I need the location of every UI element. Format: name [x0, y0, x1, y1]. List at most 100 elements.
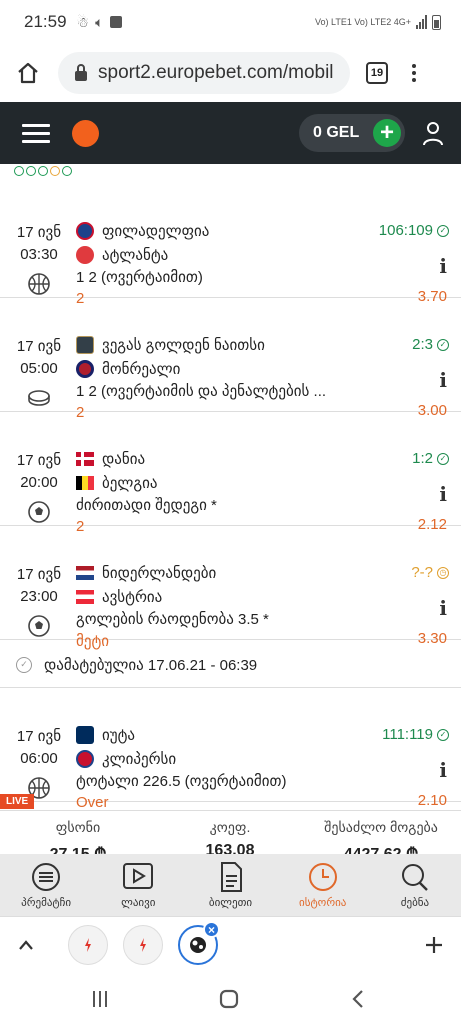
won-check-icon: ✓	[437, 338, 449, 351]
nav-search[interactable]: ძებნა	[369, 854, 461, 916]
search-icon	[401, 864, 428, 891]
bet-history-list[interactable]: 17 ივნ 03:30 ფილადელფია ატლანტა 1 2 (ოვერ…	[0, 164, 461, 854]
event-date: 17 ივნ 05:00	[16, 338, 62, 377]
back-icon[interactable]	[352, 990, 364, 1008]
coef-summary: კოეფ. 163.08	[182, 819, 278, 854]
check-circle-icon: ✓	[16, 656, 32, 673]
info-icon[interactable]: i	[439, 596, 447, 620]
bet-odds: 2.10	[417, 792, 447, 809]
belgium-flag-icon	[76, 476, 94, 490]
info-icon[interactable]: i	[439, 368, 447, 392]
nav-ticket[interactable]: ბილეთი	[184, 854, 276, 916]
team-home: ვეგას გოლდენ ნაითსი	[76, 336, 265, 354]
nav-prematch[interactable]: პრემატჩი	[0, 854, 92, 916]
team-away: მონრეალი	[76, 360, 180, 378]
info-icon[interactable]: i	[439, 482, 447, 506]
team-away: ატლანტა	[76, 246, 168, 264]
bet-slip-bar: ×	[0, 916, 461, 974]
bet-event-row[interactable]: 17 ივნ 05:00 ვეგას გოლდენ ნაითსი მონრეალი…	[0, 298, 461, 421]
bet-market: 1 2 (ოვერტაიმით)	[76, 269, 203, 286]
team-away: ბელგია	[76, 474, 157, 492]
nav-label: ბილეთი	[208, 897, 253, 909]
coef-value: 163.08	[205, 842, 255, 854]
event-date: 17 ივნ 23:00	[16, 566, 62, 605]
won-check-icon: ✓	[437, 728, 449, 741]
home-button[interactable]	[10, 55, 46, 91]
plus-icon[interactable]	[425, 936, 443, 954]
team-home: დანია	[76, 450, 145, 468]
nav-live[interactable]: ლაივი	[92, 854, 184, 916]
deposit-plus-icon[interactable]: +	[373, 119, 401, 147]
nav-label: ლაივი	[121, 897, 156, 909]
live-badge: LIVE	[0, 794, 35, 809]
football-icon	[28, 615, 50, 637]
recent-apps-icon[interactable]	[92, 990, 108, 1008]
won-check-icon: ✓	[437, 224, 449, 237]
nav-label: ისტორია	[299, 897, 347, 909]
team-away: ავსტრია	[76, 588, 162, 606]
bet-event-row[interactable]: 17 ივნ 03:30 ფილადელფია ატლანტა 1 2 (ოვერ…	[0, 184, 461, 307]
close-icon[interactable]: ×	[203, 921, 220, 938]
flame-icon	[85, 938, 91, 952]
event-score: 106:109 ✓	[379, 222, 449, 239]
slip-chip[interactable]	[123, 925, 163, 965]
flame-icon	[140, 938, 146, 952]
bet-market: 1 2 (ოვერტაიმის და პენალტების ...	[76, 383, 327, 400]
win-value: 4427.62 ₾	[316, 842, 446, 854]
status-bar: 21:59 ☃ 🔈︎ Vo) LTE1 Vo) LTE2 4G+	[0, 0, 461, 44]
win-label: შესაძლო მოგება	[324, 819, 438, 835]
nav-history[interactable]: ისტორია	[277, 854, 369, 916]
event-date: 17 ივნ 03:30	[16, 224, 62, 263]
home-icon	[18, 62, 38, 84]
user-account-icon[interactable]	[421, 120, 445, 146]
info-icon[interactable]: i	[439, 758, 447, 782]
team-logo-icon	[76, 246, 94, 264]
pending-clock-icon: ◷	[437, 566, 449, 579]
bottom-navigation: პრემატჩი ლაივი ბილეთი ისტორია ძებნა	[0, 854, 461, 916]
event-score: 1:2 ✓	[412, 450, 449, 467]
balance-pill[interactable]: 0 GEL +	[299, 114, 405, 152]
slip-chip[interactable]	[68, 925, 108, 965]
lock-icon	[75, 64, 87, 81]
chevron-up-icon[interactable]	[18, 939, 34, 951]
bet-added-timestamp: ✓ დამატებულია 17.06.21 - 06:39	[0, 642, 461, 688]
address-bar[interactable]: sport2.europebet.com/mobil	[58, 52, 350, 94]
list-icon	[32, 863, 61, 891]
notification-icon: ☃	[76, 13, 90, 30]
network-label: Vo) LTE1 Vo) LTE2 4G+	[315, 17, 411, 27]
ticket-icon	[220, 862, 242, 892]
win-summary: შესაძლო მოგება 4427.62 ₾	[316, 819, 446, 854]
signal-icon	[416, 15, 427, 29]
clock-icon	[308, 863, 337, 891]
bet-event-row[interactable]: 17 ივნ 20:00 დანია ბელგია ძირითადი შედეგი…	[0, 412, 461, 535]
stake-summary: ფსონი 27.15 ₾	[30, 819, 126, 854]
netherlands-flag-icon	[76, 566, 94, 580]
football-icon	[28, 501, 50, 523]
status-time: 21:59	[24, 12, 67, 31]
event-date: 17 ივნ 06:00	[16, 728, 62, 767]
bet-summary: ფსონი 27.15 ₾ კოეფ. 163.08 შესაძლო მოგებ…	[0, 810, 461, 854]
team-logo-icon	[76, 222, 94, 240]
coef-label: კოეფ.	[209, 819, 251, 835]
team-home: ნიდერლანდები	[76, 564, 216, 582]
browser-menu-button[interactable]	[404, 64, 424, 82]
bet-event-row[interactable]: 17 ივნ 23:00 ნიდერლანდები ავსტრია გოლების…	[0, 526, 461, 650]
battery-icon	[432, 14, 441, 30]
hockey-puck-icon	[28, 390, 50, 406]
hamburger-menu-icon[interactable]	[22, 123, 50, 143]
status-right: Vo) LTE1 Vo) LTE2 4G+	[315, 14, 441, 30]
info-icon[interactable]: i	[439, 254, 447, 278]
bet-market: ძირითადი შედეგი *	[76, 497, 217, 514]
home-circle-icon[interactable]	[219, 989, 239, 1009]
austria-flag-icon	[76, 590, 94, 604]
event-date: 17 ივნ 20:00	[16, 452, 62, 491]
status-icons: ☃ 🔈︎	[77, 14, 122, 31]
brand-logo[interactable]	[72, 119, 99, 147]
team-logo-icon	[76, 750, 94, 768]
bet-event-row[interactable]: 17 ივნ 06:00 იუტა კლიპერსი ტოტალი 226.5 (…	[0, 688, 461, 811]
bet-pick: Over	[76, 794, 109, 811]
team-logo-icon	[76, 336, 94, 354]
tab-switcher-button[interactable]: 19	[366, 62, 388, 84]
url-text: sport2.europebet.com/mobil	[98, 62, 334, 83]
ball-icon	[190, 937, 206, 953]
